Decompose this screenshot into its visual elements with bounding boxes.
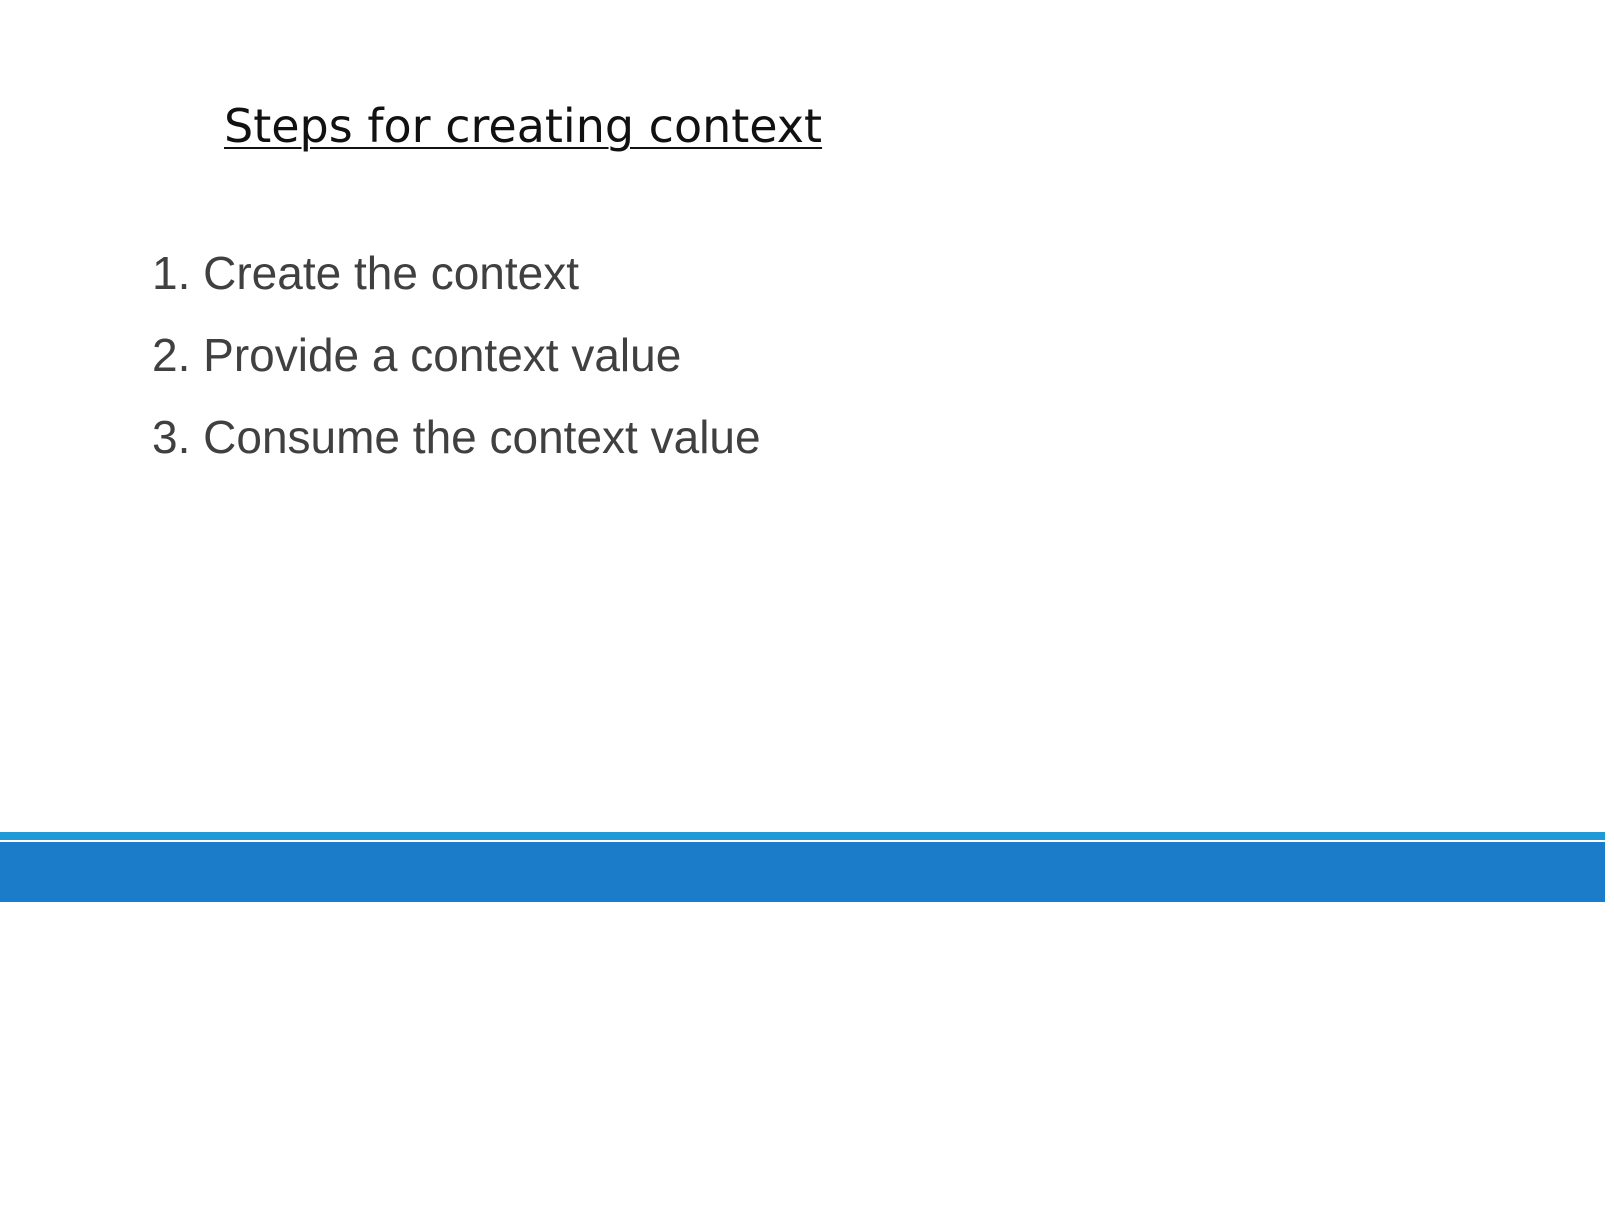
step-item-consume: 3. Consume the context value [152, 411, 761, 463]
footer-band-thick-stripe [0, 842, 1605, 902]
steps-list: 1. Create the context 2. Provide a conte… [152, 232, 761, 478]
footer-band [0, 832, 1605, 902]
footer-band-thin-stripe [0, 832, 1605, 840]
step-item-create: 1. Create the context [152, 247, 580, 299]
step-item-provide: 2. Provide a context value [152, 329, 682, 381]
slide-title: Steps for creating context [224, 99, 823, 153]
